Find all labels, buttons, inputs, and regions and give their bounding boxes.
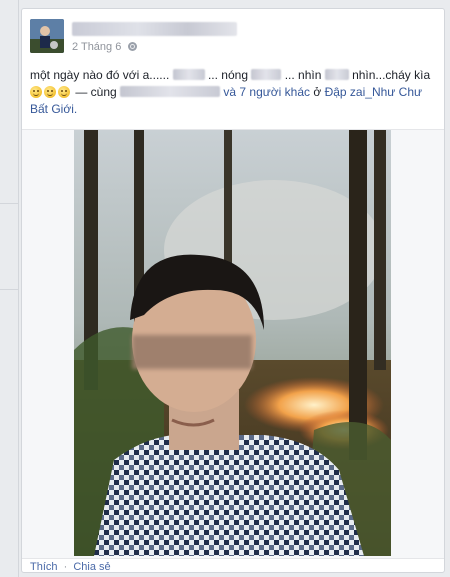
at-label: ở [313,85,322,99]
globe-icon[interactable] [128,42,138,51]
rail-divider [0,289,18,290]
post-text-part2: ... nóng [207,68,248,82]
post-text-part4: nhìn...cháy kìa [352,68,431,82]
others-link[interactable]: và 7 người khác [223,85,310,99]
post-text: một ngày nào đó với a...... ... nóng ...… [30,67,434,118]
grin-emoji-icon [44,86,56,98]
post-text-part1: một ngày nào đó với a...... [30,68,170,82]
author-name-redacted[interactable] [72,22,237,36]
grin-emoji-icon [30,86,42,98]
separator: · [63,561,68,573]
left-rail [0,0,19,577]
post-text-part3: ... nhìn [284,68,322,82]
photo-container [22,129,444,559]
redacted-text [172,69,205,80]
post-date[interactable]: 2 Tháng 6 [72,41,121,53]
post-header: 2 Tháng 6 [30,19,436,55]
share-button[interactable]: Chia sẻ [73,561,110,572]
redacted-text [251,69,282,80]
post-actions: Thích · Chia sẻ [30,561,111,573]
post-card: 2 Tháng 6 một ngày nào đó với a...... ..… [21,8,445,573]
grin-emoji-icon [58,86,70,98]
with-label: — cùng [75,85,117,99]
redacted-text [324,69,349,80]
post-meta: 2 Tháng 6 [72,41,138,53]
rail-divider [0,203,18,204]
like-button[interactable]: Thích [30,561,58,572]
avatar[interactable] [30,19,64,53]
post-photo[interactable] [74,130,391,556]
tagged-friend-redacted[interactable] [120,86,221,97]
